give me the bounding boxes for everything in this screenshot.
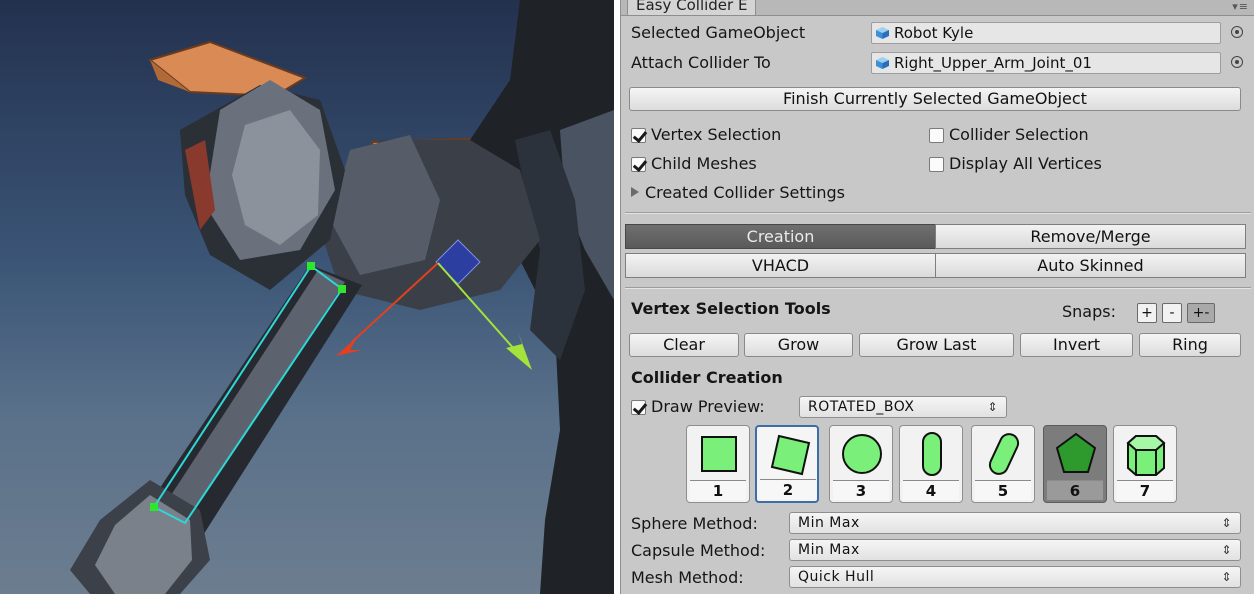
rotated-capsule-collider-icon: [988, 433, 1020, 475]
selected-gameobject-value: Robot Kyle: [894, 24, 974, 42]
dropdown-arrow-icon: ⇕: [1221, 543, 1232, 557]
clear-button[interactable]: Clear: [629, 333, 739, 357]
scene-view[interactable]: [0, 0, 614, 594]
window-tab[interactable]: Easy Collider E: [627, 0, 757, 16]
draw-preview-checkbox[interactable]: Draw Preview:: [631, 396, 765, 418]
tile-number: 2: [760, 479, 816, 499]
collider-sphere-tile[interactable]: 3: [829, 425, 893, 503]
collider-capsule-tile[interactable]: 4: [899, 425, 963, 503]
tile-number: 6: [1047, 480, 1103, 500]
collider-box-tile[interactable]: 1: [686, 425, 750, 503]
grow-last-button[interactable]: Grow Last: [859, 333, 1014, 357]
tile-number: 7: [1117, 480, 1173, 500]
collider-creation-heading: Collider Creation: [631, 368, 783, 387]
prefab-cube-icon: [876, 27, 889, 39]
checkbox-unchecked-icon: [929, 128, 944, 143]
tile-number: 5: [975, 480, 1031, 500]
foldout-arrow-icon: [631, 187, 639, 197]
easy-collider-inspector: Easy Collider E ▾≡ Selected GameObject R…: [620, 0, 1254, 594]
sphere-collider-icon: [842, 434, 882, 474]
invert-button[interactable]: Invert: [1020, 333, 1133, 357]
collider-mesh-tile[interactable]: 6: [1043, 425, 1107, 503]
sphere-method-label: Sphere Method:: [631, 514, 758, 533]
mesh-method-value: Quick Hull: [798, 569, 875, 585]
sphere-method-value: Min Max: [798, 515, 860, 531]
ring-button[interactable]: Ring: [1139, 333, 1241, 357]
capsule-method-label: Capsule Method:: [631, 541, 766, 560]
selected-gameobject-label: Selected GameObject: [631, 23, 806, 42]
box-collider-icon: [701, 436, 737, 472]
robot-arm-render: [70, 0, 614, 594]
draw-preview-label: Draw Preview:: [651, 397, 765, 416]
inspector-title-bar: Easy Collider E ▾≡: [621, 0, 1254, 16]
child-meshes-label: Child Meshes: [651, 154, 757, 173]
grow-button[interactable]: Grow: [744, 333, 853, 357]
draw-preview-type-value: ROTATED_BOX: [808, 399, 915, 415]
dropdown-arrow-icon: ⇕: [1221, 570, 1232, 584]
prefab-cube-icon: [876, 57, 889, 69]
sphere-method-dropdown[interactable]: Min Max ⇕: [789, 512, 1241, 534]
checkbox-checked-icon: [631, 128, 646, 143]
convex-mesh-collider-icon: [1055, 432, 1097, 473]
dropdown-arrow-icon: ⇕: [1221, 516, 1232, 530]
capsule-method-value: Min Max: [798, 542, 860, 558]
tab-remove-merge[interactable]: Remove/Merge: [935, 224, 1246, 249]
display-all-vertices-checkbox[interactable]: Display All Vertices: [929, 153, 1102, 175]
draw-preview-type-dropdown[interactable]: ROTATED_BOX ⇕: [799, 396, 1007, 418]
capsule-collider-icon: [922, 432, 942, 476]
object-picker-icon[interactable]: [1231, 56, 1243, 68]
created-collider-settings-foldout[interactable]: Created Collider Settings: [631, 183, 845, 202]
finish-gameobject-button[interactable]: Finish Currently Selected GameObject: [629, 87, 1241, 111]
attach-collider-field[interactable]: Right_Upper_Arm_Joint_01: [871, 52, 1221, 74]
attach-collider-value: Right_Upper_Arm_Joint_01: [894, 54, 1092, 72]
rotated-box-collider-icon: [770, 434, 811, 476]
tile-number: 4: [903, 480, 959, 500]
foldout-label: Created Collider Settings: [645, 183, 845, 202]
tab-vhacd[interactable]: VHACD: [625, 253, 936, 278]
collider-rotated-box-tile[interactable]: 2: [755, 425, 819, 503]
mesh-method-label: Mesh Method:: [631, 568, 744, 587]
collider-rotated-capsule-tile[interactable]: 5: [971, 425, 1035, 503]
cylinder-collider-icon: [1126, 435, 1166, 476]
selected-gameobject-row: Selected GameObject Robot Kyle: [621, 20, 1254, 46]
selected-gameobject-field[interactable]: Robot Kyle: [871, 22, 1221, 44]
vertex-selection-checkbox[interactable]: Vertex Selection: [631, 124, 781, 146]
tab-creation[interactable]: Creation: [625, 224, 936, 249]
checkbox-unchecked-icon: [929, 157, 944, 172]
tile-number: 3: [833, 480, 889, 500]
attach-collider-label: Attach Collider To: [631, 53, 771, 72]
tile-number: 1: [690, 480, 746, 500]
snap-plus-minus-button[interactable]: +-: [1187, 303, 1215, 323]
checkbox-checked-icon: [631, 400, 646, 415]
checkbox-checked-icon: [631, 157, 646, 172]
capsule-method-dropdown[interactable]: Min Max ⇕: [789, 539, 1241, 561]
collider-selection-label: Collider Selection: [949, 125, 1089, 144]
attach-collider-row: Attach Collider To Right_Upper_Arm_Joint…: [621, 50, 1254, 76]
divider: [625, 287, 1251, 289]
tab-menu-icon[interactable]: ▾≡: [1232, 0, 1249, 13]
mesh-method-dropdown[interactable]: Quick Hull ⇕: [789, 566, 1241, 588]
tab-auto-skinned[interactable]: Auto Skinned: [935, 253, 1246, 278]
object-picker-icon[interactable]: [1231, 26, 1243, 38]
dropdown-arrow-icon: ⇕: [987, 400, 998, 414]
display-all-vertices-label: Display All Vertices: [949, 154, 1102, 173]
snap-buttons: + - +-: [621, 300, 1254, 326]
vertex-selection-label: Vertex Selection: [651, 125, 782, 144]
snap-plus-button[interactable]: +: [1137, 303, 1157, 323]
collider-cylinder-tile[interactable]: 7: [1113, 425, 1177, 503]
snap-minus-button[interactable]: -: [1162, 303, 1182, 323]
child-meshes-checkbox[interactable]: Child Meshes: [631, 153, 757, 175]
divider: [625, 212, 1251, 214]
collider-selection-checkbox[interactable]: Collider Selection: [929, 124, 1089, 146]
